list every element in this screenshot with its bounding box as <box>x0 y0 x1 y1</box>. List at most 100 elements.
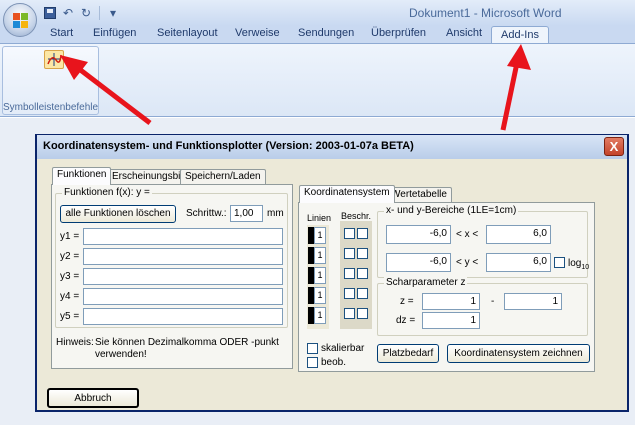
line-style-5-value: 1 <box>314 307 326 324</box>
label-checkbox-3a[interactable] <box>344 268 355 279</box>
line-style-1-value: 1 <box>314 227 326 244</box>
line-style-4[interactable]: 1 <box>308 287 326 304</box>
title-bar: ↶ ↻ ▾ Dokument1 - Microsoft Word <box>0 0 635 26</box>
function-label-y2: y2 = <box>60 251 80 262</box>
beschr-label: Beschr. <box>341 211 372 221</box>
functions-groupbox: Funktionen f(x): y = alle Funktionen lös… <box>55 187 288 328</box>
hint-label: Hinweis: <box>56 337 94 348</box>
functions-panel: Funktionen f(x): y = alle Funktionen lös… <box>51 184 293 369</box>
ribbon-body: Symbolleistenbefehle <box>0 43 635 117</box>
x-min-input[interactable]: -6,0 <box>386 225 451 244</box>
office-logo-icon <box>13 13 29 29</box>
customize-qat-icon[interactable]: ▾ <box>106 6 120 20</box>
observed-checkbox[interactable] <box>307 357 318 368</box>
tab-speichern-laden[interactable]: Speichern/Laden <box>180 169 266 185</box>
line-style-4-value: 1 <box>314 287 326 304</box>
x-range-label: < x < <box>456 229 479 240</box>
hint-text: Sie können Dezimalkomma ODER -punkt <box>95 337 279 348</box>
function-input-y4[interactable] <box>83 288 283 305</box>
coordinate-system-panel: Linien Beschr. 1 1 1 1 1 x- und y-Bereic… <box>298 202 595 372</box>
observed-label: beob. <box>321 357 347 368</box>
step-input[interactable]: 1,00 <box>230 205 263 222</box>
ribbon-tab-bar: Start Einfügen Seitenlayout Verweise Sen… <box>0 26 635 44</box>
function-plotter-icon[interactable] <box>44 50 64 69</box>
label-checkbox-3b[interactable] <box>357 268 368 279</box>
y-max-input[interactable]: 6,0 <box>486 253 551 272</box>
label-checkbox-4b[interactable] <box>357 288 368 299</box>
log10-checkbox[interactable] <box>554 257 565 268</box>
qat-separator <box>99 6 100 20</box>
line-style-1[interactable]: 1 <box>308 227 326 244</box>
label-checkbox-1b[interactable] <box>357 228 368 239</box>
tab-ansicht[interactable]: Ansicht <box>446 27 482 39</box>
function-input-y5[interactable] <box>83 308 283 325</box>
window-title: Dokument1 - Microsoft Word <box>409 6 562 20</box>
functions-group-legend: Funktionen f(x): y = <box>62 187 152 198</box>
z-to-input[interactable]: 1 <box>504 293 562 310</box>
label-checkbox-2a[interactable] <box>344 248 355 259</box>
tab-verweise[interactable]: Verweise <box>235 27 280 39</box>
tab-einfuegen[interactable]: Einfügen <box>93 27 136 39</box>
close-button[interactable]: X <box>604 137 624 156</box>
step-label: Schrittw.: <box>186 208 227 219</box>
undo-icon[interactable]: ↶ <box>61 6 75 20</box>
label-checkbox-2b[interactable] <box>357 248 368 259</box>
tab-seitenlayout[interactable]: Seitenlayout <box>157 27 218 39</box>
redo-icon[interactable]: ↻ <box>79 6 93 20</box>
scalable-checkbox[interactable] <box>307 343 318 354</box>
z-from-input[interactable]: 1 <box>422 293 480 310</box>
plotter-dialog: Koordinatensystem- und Funktionsplotter … <box>35 134 629 412</box>
tab-start[interactable]: Start <box>50 27 73 39</box>
range-group-legend: x- und y-Bereiche (1LE=1cm) <box>384 205 519 216</box>
line-style-3-value: 1 <box>314 267 326 284</box>
function-label-y5: y5 = <box>60 311 80 322</box>
beschr-column <box>340 221 372 329</box>
function-input-y2[interactable] <box>83 248 283 265</box>
ribbon-group-label: Symbolleistenbefehle <box>3 102 99 113</box>
family-parameter-groupbox: Scharparameter z z = 1 - 1 dz = 1 <box>377 277 588 336</box>
log-label-text: log <box>568 258 582 269</box>
tab-wertetabelle[interactable]: Wertetabelle <box>386 187 452 203</box>
linien-column: 1 1 1 1 1 <box>307 225 329 329</box>
label-checkbox-5b[interactable] <box>357 308 368 319</box>
function-label-y4: y4 = <box>60 291 80 302</box>
draw-coordinate-system-button[interactable]: Koordinatensystem zeichnen <box>447 344 590 363</box>
label-checkbox-1a[interactable] <box>344 228 355 239</box>
line-style-2-value: 1 <box>314 247 326 264</box>
cancel-button[interactable]: Abbruch <box>47 388 139 408</box>
save-icon[interactable] <box>43 6 57 20</box>
tab-funktionen[interactable]: Funktionen <box>52 167 112 185</box>
function-label-y3: y3 = <box>60 271 80 282</box>
z-dash: - <box>491 296 495 307</box>
hint-text-2: verwenden! <box>95 349 147 360</box>
log-label-subscript: 10 <box>581 264 590 271</box>
tab-koordinatensystem[interactable]: Koordinatensystem <box>299 185 395 203</box>
quick-access-toolbar: ↶ ↻ ▾ <box>43 5 120 21</box>
dialog-title: Koordinatensystem- und Funktionsplotter … <box>43 140 414 152</box>
line-style-3[interactable]: 1 <box>308 267 326 284</box>
tab-add-ins[interactable]: Add-Ins <box>491 26 549 44</box>
scalable-label: skalierbar <box>321 343 365 354</box>
y-range-label: < y < <box>456 257 479 268</box>
line-style-2[interactable]: 1 <box>308 247 326 264</box>
tab-ueberpruefen[interactable]: Überprüfen <box>371 27 426 39</box>
dz-input[interactable]: 1 <box>422 312 480 329</box>
y-min-input[interactable]: -6,0 <box>386 253 451 272</box>
ribbon-group-toolbar-commands: Symbolleistenbefehle <box>2 46 99 115</box>
line-style-5[interactable]: 1 <box>308 307 326 324</box>
linien-label: Linien <box>307 213 332 223</box>
label-checkbox-4a[interactable] <box>344 288 355 299</box>
dz-label: dz = <box>396 315 416 326</box>
space-required-button[interactable]: Platzbedarf <box>377 344 439 363</box>
z-label: z = <box>400 296 414 307</box>
label-checkbox-5a[interactable] <box>344 308 355 319</box>
range-groupbox: x- und y-Bereiche (1LE=1cm) -6,0 < x < 6… <box>377 205 589 278</box>
office-button[interactable] <box>3 3 37 37</box>
log10-label: log10 <box>568 258 589 271</box>
x-max-input[interactable]: 6,0 <box>486 225 551 244</box>
family-parameter-legend: Scharparameter z <box>384 277 468 288</box>
tab-sendungen[interactable]: Sendungen <box>298 27 354 39</box>
function-input-y3[interactable] <box>83 268 283 285</box>
function-input-y1[interactable] <box>83 228 283 245</box>
clear-all-functions-button[interactable]: alle Funktionen löschen <box>60 205 176 223</box>
